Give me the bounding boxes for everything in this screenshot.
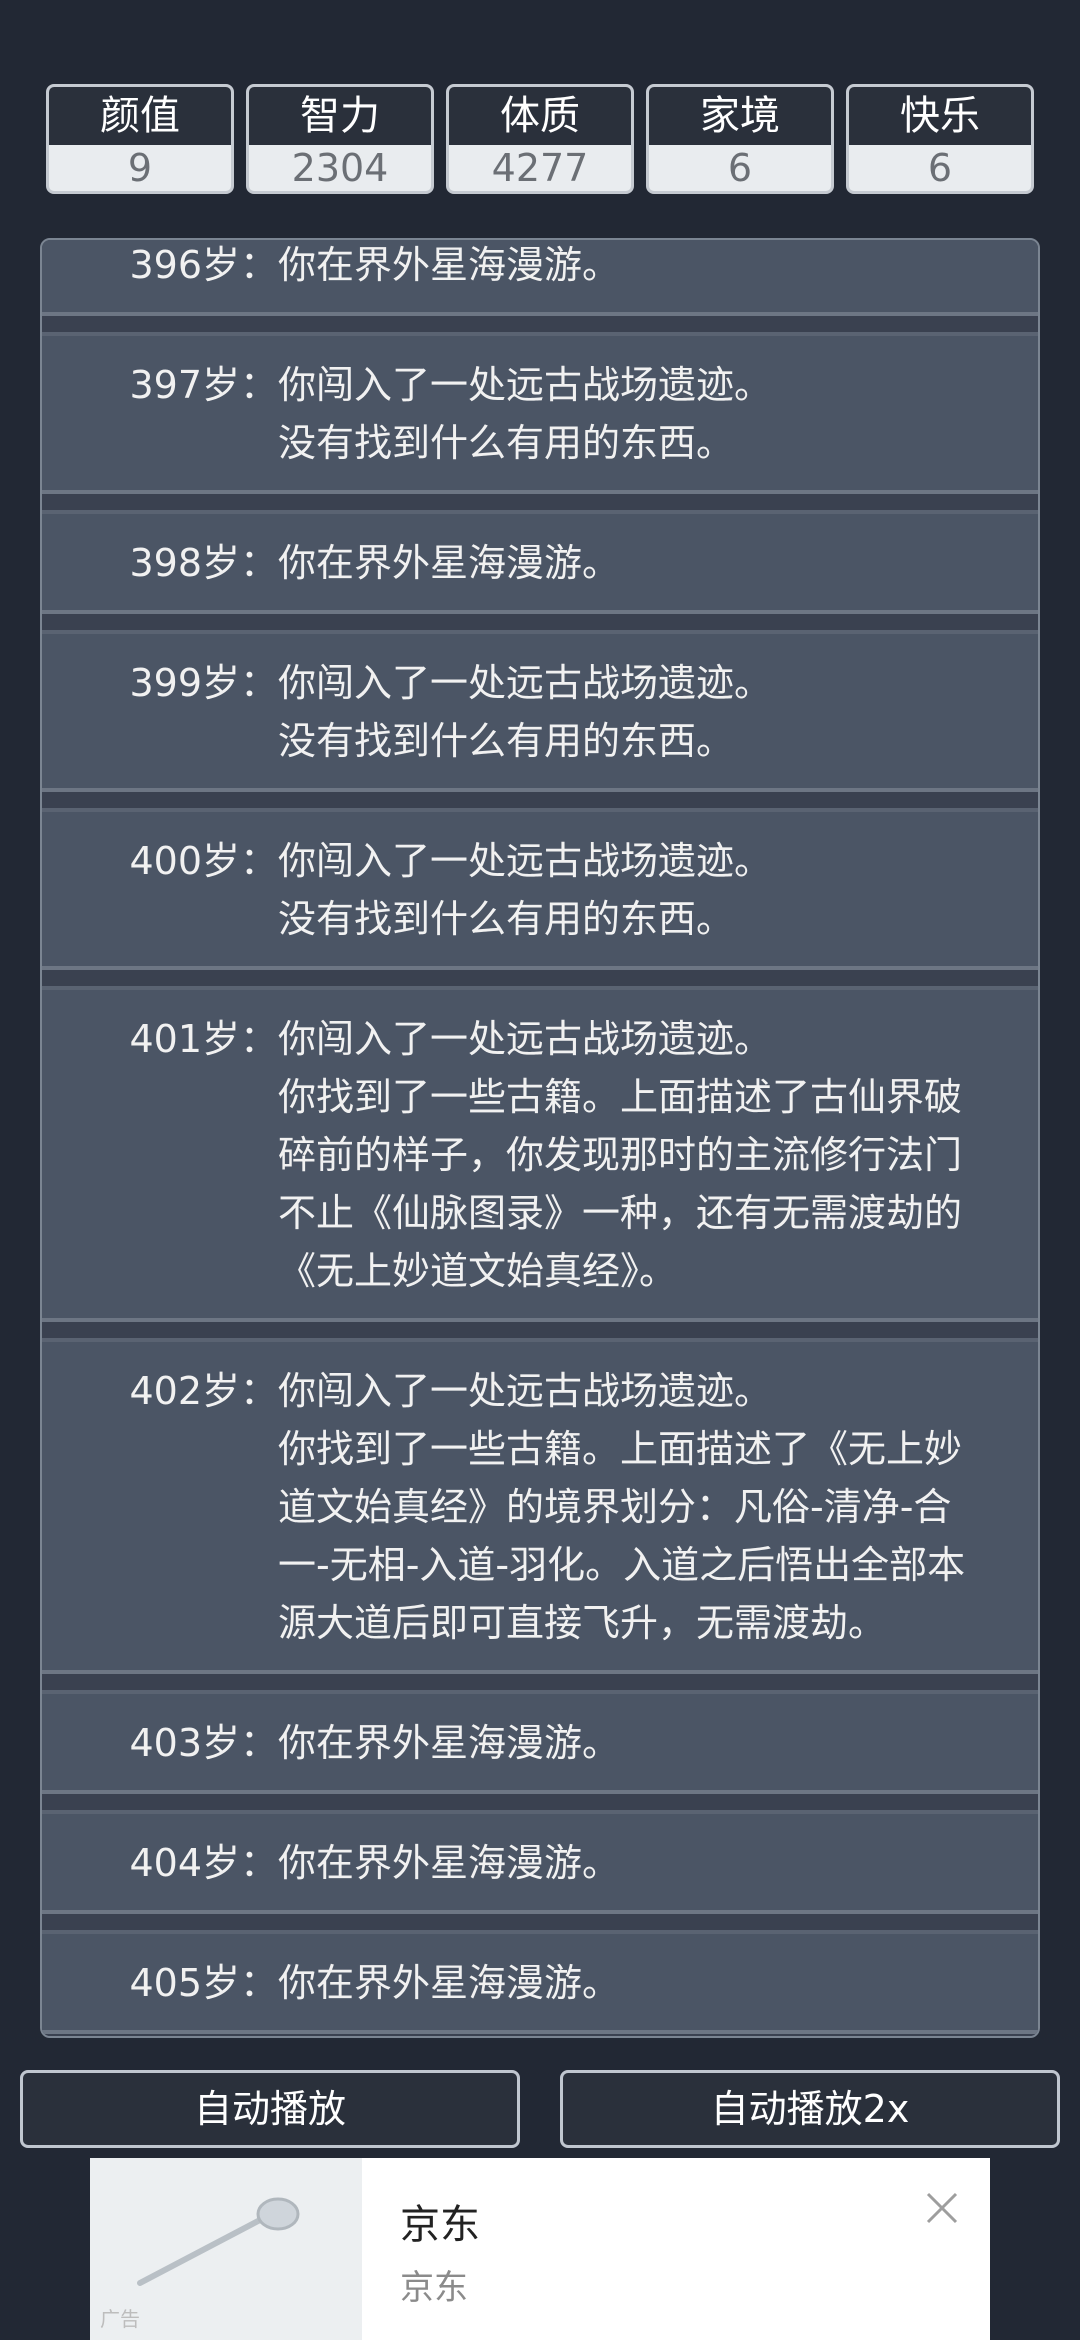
log-text: 你闯入了一处远古战场遗迹。 你找到了一些古籍。上面描述了《无上妙 道文始真经》的…	[278, 1362, 998, 1652]
log-entry: 401岁： 你闯入了一处远古战场遗迹。 你找到了一些古籍。上面描述了古仙界破 碎…	[42, 986, 1038, 1338]
stat-value: 4277	[491, 146, 589, 190]
log-text: 你在界外星海漫游。	[278, 240, 998, 294]
log-line: 你闯入了一处远古战场遗迹。	[278, 363, 773, 407]
ad-title[interactable]: 京东	[400, 2192, 480, 2250]
log-age: 402岁：	[129, 1369, 278, 1413]
log-line: 《无上妙道文始真经》。	[278, 1249, 678, 1293]
auto-play-button[interactable]: 自动播放	[20, 2070, 520, 2148]
stat-label: 智力	[249, 87, 431, 145]
log-line: 你闯入了一处远古战场遗迹。	[278, 1017, 773, 1061]
log-age: 400岁：	[129, 839, 278, 883]
log-line: 你找到了一些古籍。上面描述了《无上妙	[278, 1427, 963, 1471]
log-line: 你在界外星海漫游。	[278, 1721, 621, 1765]
ad-banner[interactable]: 广告 京东 京东	[90, 2158, 990, 2340]
log-line: 你闯入了一处远古战场遗迹。	[278, 661, 773, 705]
playback-controls: 自动播放 自动播放2x	[20, 2070, 1060, 2148]
log-text: 你闯入了一处远古战场遗迹。 没有找到什么有用的东西。	[278, 654, 998, 770]
stat-label: 快乐	[849, 87, 1031, 145]
log-age: 396岁：	[129, 243, 278, 287]
log-line: 没有找到什么有用的东西。	[278, 719, 735, 763]
log-age: 403岁：	[129, 1721, 278, 1765]
log-entry: 398岁： 你在界外星海漫游。	[42, 510, 1038, 630]
log-text: 你在界外星海漫游。	[278, 1834, 998, 1892]
log-text: 你在界外星海漫游。	[278, 534, 998, 592]
log-line: 碎前的样子，你发现那时的主流修行法门	[278, 1133, 963, 1177]
log-line: 一-无相-入道-羽化。入道之后悟出全部本	[278, 1543, 966, 1587]
stat-value: 2304	[291, 146, 389, 190]
log-line: 你在界外星海漫游。	[278, 243, 621, 287]
stat-constitution: 体质 4277	[446, 84, 634, 194]
log-line: 你闯入了一处远古战场遗迹。	[278, 1369, 773, 1413]
log-line: 你在界外星海漫游。	[278, 1841, 621, 1885]
log-line: 你在界外星海漫游。	[278, 1961, 621, 2005]
stats-bar: 颜值 9 智力 2304 体质 4277 家境 6 快乐 6	[46, 84, 1034, 194]
close-icon[interactable]	[922, 2188, 962, 2228]
log-line: 不止《仙脉图录》一种，还有无需渡劫的	[278, 1191, 963, 1235]
log-text: 你在界外星海漫游。	[278, 1954, 998, 2012]
log-text: 你闯入了一处远古战场遗迹。 你找到了一些古籍。上面描述了古仙界破 碎前的样子，你…	[278, 1010, 998, 1300]
log-entry: 403岁： 你在界外星海漫游。	[42, 1690, 1038, 1810]
stat-appearance: 颜值 9	[46, 84, 234, 194]
log-age: 397岁：	[129, 363, 278, 407]
life-log-panel[interactable]: 396岁： 你在界外星海漫游。 397岁： 你闯入了一处远古战场遗迹。 没有找到…	[40, 238, 1040, 2038]
log-line: 道文始真经》的境界划分：凡俗-清净-合	[278, 1485, 952, 1529]
log-age: 404岁：	[129, 1841, 278, 1885]
stat-label: 颜值	[49, 87, 231, 145]
life-log-list: 396岁： 你在界外星海漫游。 397岁： 你闯入了一处远古战场遗迹。 没有找到…	[42, 240, 1038, 2036]
stat-value: 6	[927, 146, 953, 190]
log-line: 没有找到什么有用的东西。	[278, 421, 735, 465]
log-entry: 400岁： 你闯入了一处远古战场遗迹。 没有找到什么有用的东西。	[42, 808, 1038, 986]
ad-subtitle: 京东	[400, 2268, 468, 2308]
log-entry: 405岁： 你在界外星海漫游。	[42, 1930, 1038, 2036]
log-entry: 404岁： 你在界外星海漫游。	[42, 1810, 1038, 1930]
log-age: 399岁：	[129, 661, 278, 705]
log-entry: 399岁： 你闯入了一处远古战场遗迹。 没有找到什么有用的东西。	[42, 630, 1038, 808]
log-age: 401岁：	[129, 1017, 278, 1061]
stat-intelligence: 智力 2304	[246, 84, 434, 194]
stat-label: 体质	[449, 87, 631, 145]
log-line: 你在界外星海漫游。	[278, 541, 621, 585]
log-text: 你闯入了一处远古战场遗迹。 没有找到什么有用的东西。	[278, 356, 998, 472]
auto-play-2x-button[interactable]: 自动播放2x	[560, 2070, 1060, 2148]
log-entry: 396岁： 你在界外星海漫游。	[42, 240, 1038, 332]
stat-value: 6	[727, 146, 753, 190]
log-line: 你闯入了一处远古战场遗迹。	[278, 839, 773, 883]
stat-family: 家境 6	[646, 84, 834, 194]
stat-label: 家境	[649, 87, 831, 145]
log-line: 没有找到什么有用的东西。	[278, 897, 735, 941]
ad-tag: 广告	[100, 2307, 140, 2331]
log-line: 源大道后即可直接飞升，无需渡劫。	[278, 1601, 887, 1645]
stat-value: 9	[127, 146, 153, 190]
stat-happiness: 快乐 6	[846, 84, 1034, 194]
log-entry: 402岁： 你闯入了一处远古战场遗迹。 你找到了一些古籍。上面描述了《无上妙 道…	[42, 1338, 1038, 1690]
log-line: 你找到了一些古籍。上面描述了古仙界破	[278, 1075, 963, 1119]
log-age: 398岁：	[129, 541, 278, 585]
ad-image[interactable]: 广告	[90, 2158, 362, 2340]
log-text: 你闯入了一处远古战场遗迹。 没有找到什么有用的东西。	[278, 832, 998, 948]
log-entry: 397岁： 你闯入了一处远古战场遗迹。 没有找到什么有用的东西。	[42, 332, 1038, 510]
log-age: 405岁：	[129, 1961, 278, 2005]
log-text: 你在界外星海漫游。	[278, 1714, 998, 1772]
